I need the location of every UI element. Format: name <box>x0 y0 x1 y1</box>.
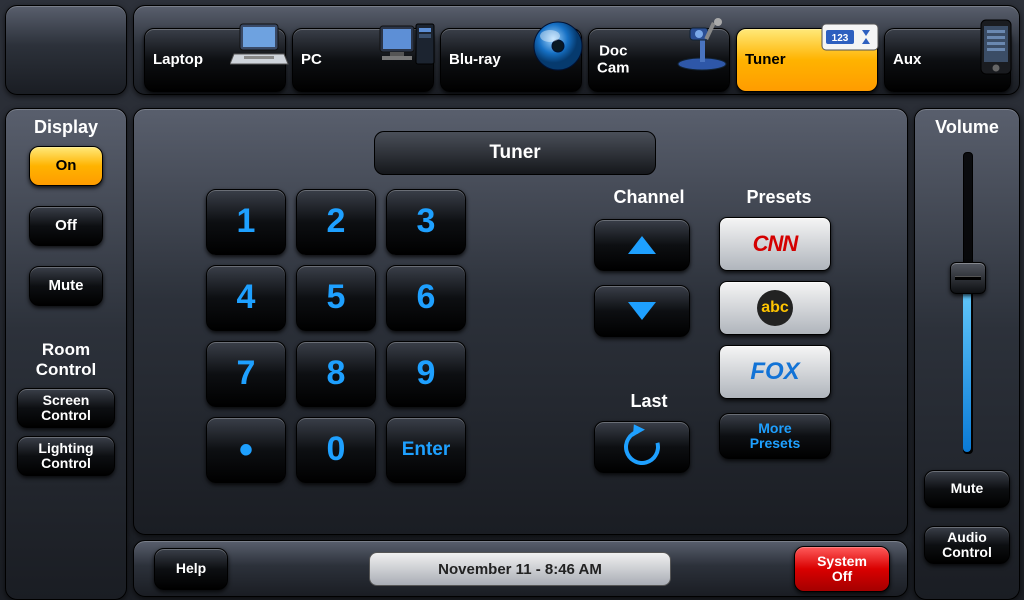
lighting-control-button[interactable]: Lighting Control <box>17 436 115 476</box>
key-enter[interactable]: Enter <box>386 417 466 483</box>
preset-cnn-button[interactable]: CNN <box>719 217 831 271</box>
presets-heading: Presets <box>719 187 839 208</box>
page-title: Tuner <box>374 131 656 175</box>
source-label: Aux <box>893 52 921 69</box>
datetime-display: November 11 - 8:46 AM <box>369 552 671 586</box>
recirculate-icon <box>617 422 666 471</box>
last-heading: Last <box>594 391 704 412</box>
source-bluray[interactable]: Blu-ray <box>440 28 580 90</box>
key-6[interactable]: 6 <box>386 265 466 331</box>
triangle-up-icon <box>628 236 656 254</box>
source-aux[interactable]: Aux <box>884 28 1009 90</box>
source-label: PC <box>301 52 322 69</box>
slider-knob[interactable] <box>950 262 986 294</box>
topbar-spacer <box>5 5 127 95</box>
room-control-heading: Room Control <box>6 340 126 380</box>
source-label: Tuner <box>745 52 786 69</box>
key-dot[interactable]: • <box>206 417 286 483</box>
volume-slider[interactable] <box>950 152 984 452</box>
source-label: Doc Cam <box>597 44 630 77</box>
source-bar: Laptop PC Blu-ray Doc Cam <box>133 5 1020 95</box>
key-0[interactable]: 0 <box>296 417 376 483</box>
key-9[interactable]: 9 <box>386 341 466 407</box>
left-panel: Display On Off Mute Room Control Screen … <box>5 108 127 600</box>
display-on-button[interactable]: On <box>29 146 103 186</box>
source-label: Laptop <box>153 52 203 69</box>
tuner-icon: 123 <box>818 18 882 58</box>
triangle-down-icon <box>628 302 656 320</box>
help-button[interactable]: Help <box>154 548 228 590</box>
preset-abc-button[interactable]: abc <box>719 281 831 335</box>
abc-logo-icon: abc <box>757 290 793 326</box>
volume-mute-button[interactable]: Mute <box>924 470 1010 508</box>
volume-heading: Volume <box>915 117 1019 138</box>
phone-icon <box>977 18 1015 76</box>
key-1[interactable]: 1 <box>206 189 286 255</box>
source-label: Blu-ray <box>449 52 501 69</box>
source-pc[interactable]: PC <box>292 28 432 90</box>
last-channel-button[interactable] <box>594 421 690 473</box>
channel-heading: Channel <box>594 187 704 208</box>
key-4[interactable]: 4 <box>206 265 286 331</box>
preset-fox-button[interactable]: FOX <box>719 345 831 399</box>
laptop-icon <box>230 18 290 68</box>
display-mute-button[interactable]: Mute <box>29 266 103 306</box>
display-off-button[interactable]: Off <box>29 206 103 246</box>
disc-icon <box>530 18 586 74</box>
key-3[interactable]: 3 <box>386 189 466 255</box>
audio-control-button[interactable]: Audio Control <box>924 526 1010 564</box>
slider-fill <box>963 272 971 452</box>
channel-down-button[interactable] <box>594 285 690 337</box>
source-laptop[interactable]: Laptop <box>144 28 284 90</box>
svg-text:123: 123 <box>832 33 849 44</box>
center-panel: Tuner 1 2 3 4 5 6 7 8 9 • 0 Enter Channe… <box>133 108 908 535</box>
key-5[interactable]: 5 <box>296 265 376 331</box>
display-heading: Display <box>6 117 126 138</box>
pc-icon <box>376 18 438 72</box>
screen-control-button[interactable]: Screen Control <box>17 388 115 428</box>
key-8[interactable]: 8 <box>296 341 376 407</box>
channel-up-button[interactable] <box>594 219 690 271</box>
system-off-button[interactable]: System Off <box>794 546 890 592</box>
source-doccam[interactable]: Doc Cam <box>588 28 728 90</box>
key-7[interactable]: 7 <box>206 341 286 407</box>
doccam-icon <box>674 18 734 74</box>
more-presets-button[interactable]: More Presets <box>719 413 831 459</box>
right-panel: Volume Mute Audio Control <box>914 108 1020 600</box>
source-tuner[interactable]: Tuner 123 <box>736 28 876 90</box>
key-2[interactable]: 2 <box>296 189 376 255</box>
bottom-bar: Help November 11 - 8:46 AM System Off <box>133 540 908 597</box>
